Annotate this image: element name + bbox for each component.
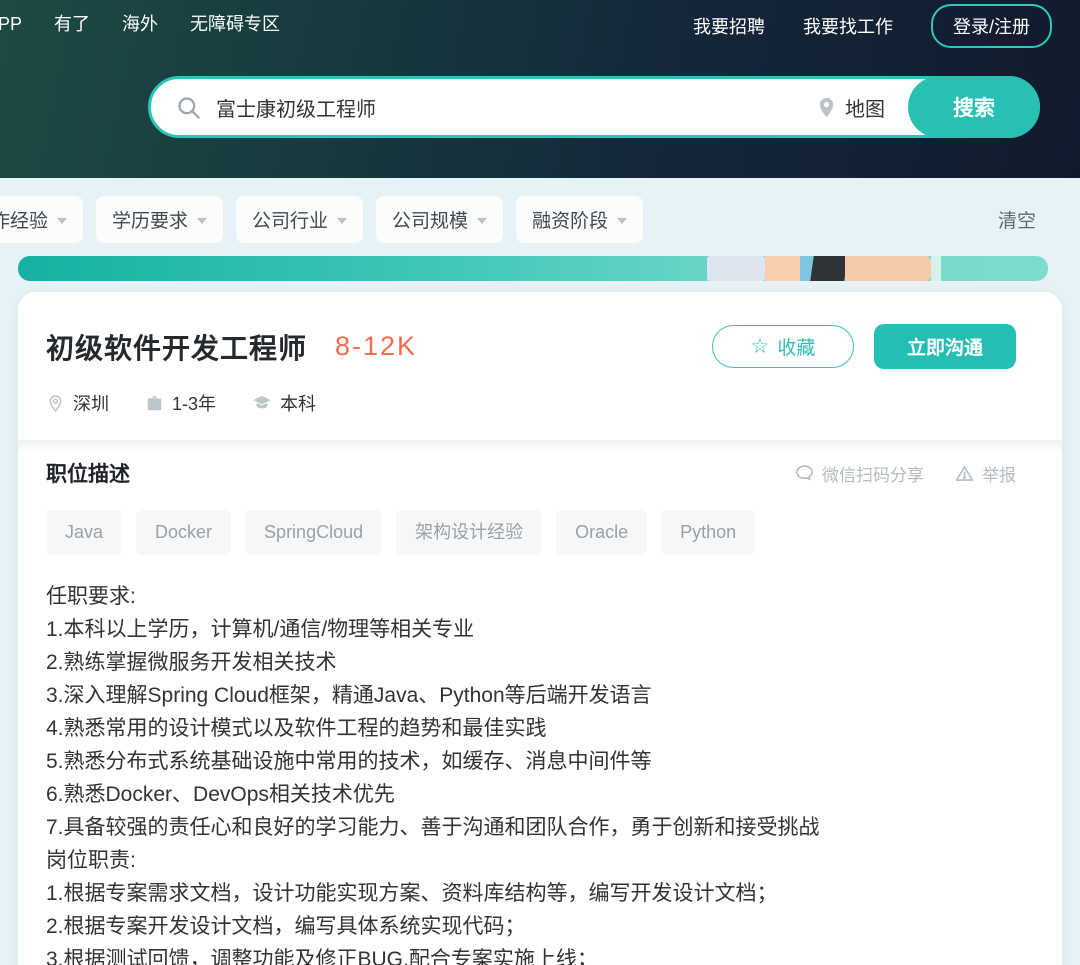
briefcase-icon [145, 394, 164, 413]
favorite-button-label: 收藏 [777, 333, 815, 360]
nav-right: 我要招聘 我要找工作 登录/注册 [693, 4, 1052, 48]
description-line: 岗位职责: [46, 844, 1034, 877]
description-line: 6.熟悉Docker、DevOps相关技术优先 [46, 778, 1034, 811]
clear-filters-button[interactable]: 清空 [998, 206, 1036, 233]
banner-illustration-segment [810, 256, 848, 281]
promo-banner[interactable] [18, 256, 1048, 281]
job-meta-item: 1-3年 [145, 390, 216, 416]
description-header: 职位描述 微信扫码分享 举报 [18, 452, 1062, 488]
skill-tag: 架构设计经验 [396, 510, 542, 555]
map-link[interactable]: 地图 [815, 93, 885, 122]
wechat-share-label: 微信扫码分享 [822, 461, 924, 486]
chevron-down-icon [57, 218, 67, 224]
skill-tag: SpringCloud [245, 510, 382, 555]
wechat-share-button[interactable]: 微信扫码分享 [794, 461, 924, 486]
job-card: 初级软件开发工程师 8-12K ☆ 收藏 立即沟通 深圳 1-3年 本科 职位描述 … [18, 292, 1062, 965]
search-input[interactable] [216, 96, 815, 119]
skill-tag: Python [661, 510, 755, 555]
page: PP 有了海外无障碍专区 我要招聘 我要找工作 登录/注册 地图 搜索 工作经验 学历… [0, 0, 1080, 965]
banner-illustration-segment [765, 256, 800, 281]
filter-chip[interactable]: 公司规模 [376, 196, 503, 243]
filter-bar: 工作经验 学历要求 公司行业 公司规模 融资阶段 清空 [0, 196, 1080, 243]
graduation-cap-icon [252, 393, 272, 413]
description-line: 2.根据专案开发设计文档，编写具体系统实现代码； [46, 910, 1034, 943]
section-title: 职位描述 [46, 458, 130, 488]
nav-item[interactable]: 无障碍专区 [190, 8, 280, 40]
banner-illustration-segment [707, 256, 765, 281]
description-line: 1.本科以上学历，计算机/通信/物理等相关专业 [46, 613, 1034, 646]
search-button[interactable]: 搜索 [908, 76, 1040, 138]
filter-chip-label: 学历要求 [112, 206, 188, 233]
filter-chip[interactable]: 公司行业 [236, 196, 363, 243]
filter-chip-label: 工作经验 [0, 206, 48, 233]
job-title: 初级软件开发工程师 [46, 327, 307, 367]
nav-item[interactable]: 我要招聘 [693, 13, 765, 39]
skill-tag: Oracle [556, 510, 647, 555]
search-icon [175, 94, 202, 121]
top-header: PP 有了海外无障碍专区 我要招聘 我要找工作 登录/注册 地图 搜索 [0, 0, 1080, 178]
chevron-down-icon [477, 218, 487, 224]
chat-bubble-icon [794, 463, 815, 484]
description-line: 7.具备较强的责任心和良好的学习能力、善于沟通和团队合作，勇于创新和接受挑战 [46, 811, 1034, 844]
search-bar: 地图 搜索 [148, 76, 1040, 138]
filter-chip[interactable]: 工作经验 [0, 196, 83, 243]
description-line: 5.熟悉分布式系统基础设施中常用的技术，如缓存、消息中间件等 [46, 745, 1034, 778]
filter-chip[interactable]: 学历要求 [96, 196, 223, 243]
map-link-label: 地图 [845, 93, 885, 122]
salary-range: 8-12K [335, 331, 417, 362]
nav-item[interactable]: 海外 [122, 8, 158, 40]
chevron-down-icon [617, 218, 627, 224]
description-line: 3.深入理解Spring Cloud框架，精通Java、Python等后端开发语… [46, 679, 1034, 712]
filter-chip-label: 公司规模 [392, 206, 468, 233]
nav-item[interactable]: PP [0, 8, 22, 40]
job-meta-label: 本科 [280, 390, 316, 416]
filter-chip[interactable]: 融资阶段 [516, 196, 643, 243]
job-meta-item: 深圳 [46, 390, 109, 416]
job-meta-label: 深圳 [73, 390, 109, 416]
nav-item[interactable]: 有了 [54, 8, 90, 40]
star-icon: ☆ [751, 336, 770, 357]
skill-tag: Docker [136, 510, 231, 555]
description-line: 3.根据测试回馈，调整功能及修正BUG,配合专案实施上线； [46, 943, 1034, 965]
job-meta-row: 深圳 1-3年 本科 [18, 369, 1062, 416]
chevron-down-icon [337, 218, 347, 224]
report-label: 举报 [982, 461, 1016, 486]
warning-triangle-icon [954, 463, 975, 484]
chat-now-button[interactable]: 立即沟通 [874, 324, 1016, 369]
job-action-buttons: ☆ 收藏 立即沟通 [712, 324, 1016, 369]
map-pin-icon [815, 96, 838, 119]
nav-right-items: 我要招聘 我要找工作 [693, 13, 893, 39]
chevron-down-icon [197, 218, 207, 224]
description-actions: 微信扫码分享 举报 [794, 461, 1016, 486]
nav-item[interactable]: 我要找工作 [803, 13, 893, 39]
description-line: 1.根据专案需求文档，设计功能实现方案、资料库结构等，编写开发设计文档； [46, 877, 1034, 910]
description-line: 2.熟练掌握微服务开发相关技术 [46, 646, 1034, 679]
job-meta-item: 本科 [252, 390, 316, 416]
section-divider [18, 440, 1062, 452]
banner-illustration-segment [931, 256, 941, 281]
description-line: 任职要求: [46, 580, 1034, 613]
location-icon [46, 394, 65, 413]
description-line: 4.熟悉常用的设计模式以及软件工程的趋势和最佳实践 [46, 712, 1034, 745]
job-title-row: 初级软件开发工程师 8-12K ☆ 收藏 立即沟通 [18, 292, 1062, 369]
favorite-button[interactable]: ☆ 收藏 [712, 325, 854, 368]
filter-chip-label: 融资阶段 [532, 206, 608, 233]
filter-chip-label: 公司行业 [252, 206, 328, 233]
nav-left: PP 有了海外无障碍专区 [0, 8, 280, 40]
job-meta-label: 1-3年 [172, 390, 216, 416]
login-register-button[interactable]: 登录/注册 [931, 4, 1052, 48]
skill-tag: Java [46, 510, 122, 555]
filter-chips: 工作经验 学历要求 公司行业 公司规模 融资阶段 [0, 196, 643, 243]
banner-illustration-segment [845, 256, 931, 281]
job-description: 任职要求:1.本科以上学历，计算机/通信/物理等相关专业2.熟练掌握微服务开发相… [18, 555, 1062, 965]
report-button[interactable]: 举报 [954, 461, 1016, 486]
skill-tags: Java Docker SpringCloud 架构设计经验 Oracle Python [18, 488, 1062, 555]
